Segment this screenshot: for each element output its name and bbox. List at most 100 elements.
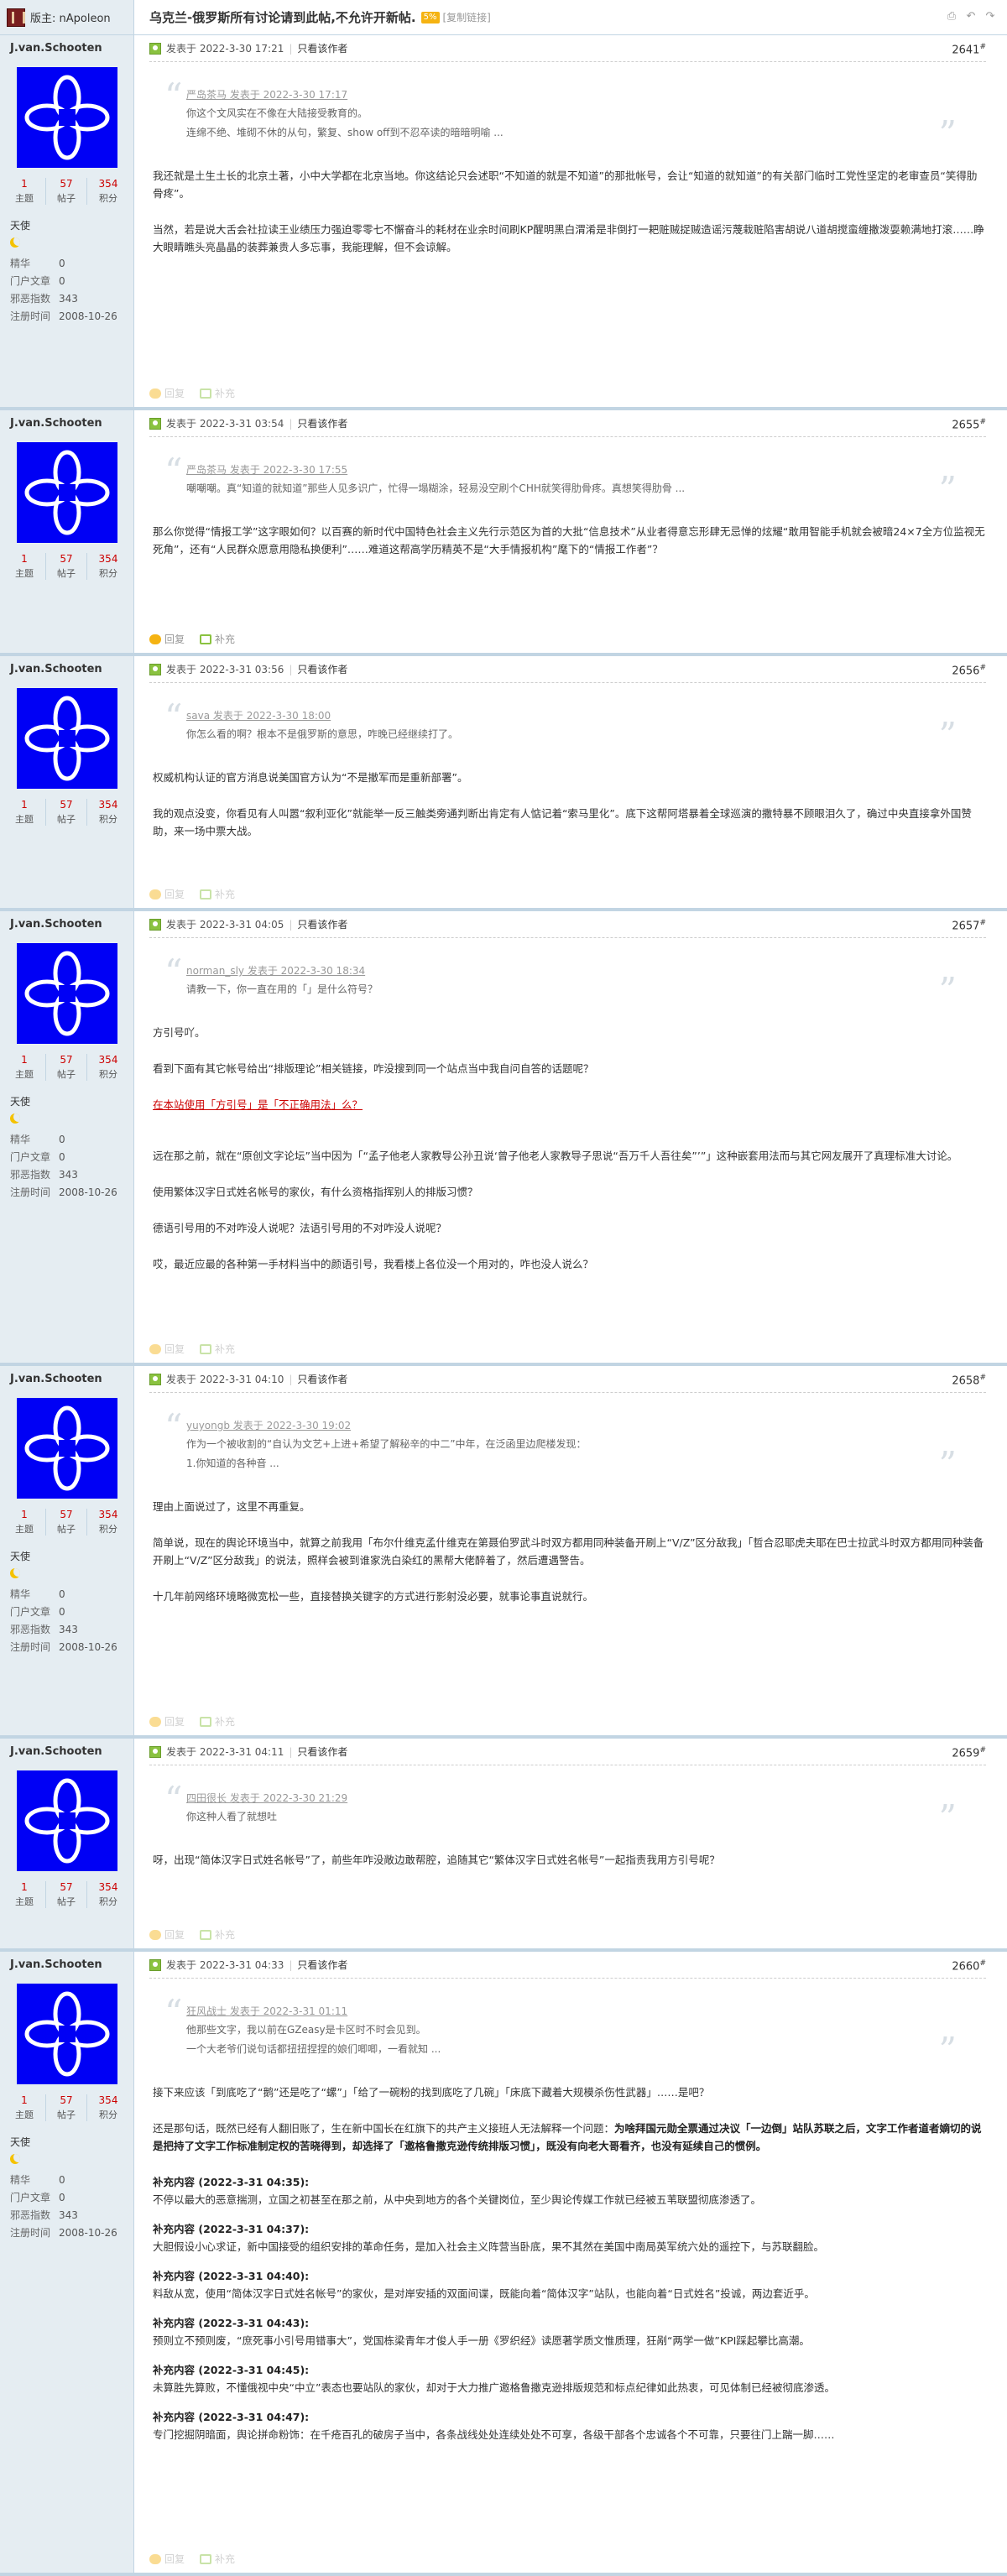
author-only-link[interactable]: 只看该作者 bbox=[297, 917, 347, 931]
supplement-icon bbox=[200, 1930, 212, 1940]
author-only-link[interactable]: 只看该作者 bbox=[297, 41, 347, 55]
stat-posts[interactable]: 57 帖子 bbox=[45, 2094, 87, 2121]
stat-points[interactable]: 354 积分 bbox=[87, 1054, 129, 1081]
stat-points[interactable]: 354 积分 bbox=[87, 553, 129, 580]
separator: | bbox=[289, 663, 293, 675]
author-sidebar: J.van.Schooten 1 主题 57 帖子 354 积分 bbox=[0, 911, 134, 1363]
stat-points[interactable]: 354 积分 bbox=[87, 178, 129, 205]
reply-label: 回复 bbox=[164, 1929, 185, 1941]
avatar[interactable] bbox=[17, 1398, 117, 1499]
stat-topics-value: 1 bbox=[21, 2094, 28, 2106]
thread-link[interactable]: 在本站使用「方引号」是「不正确用法」么？ bbox=[153, 1098, 363, 1111]
info-label: 邪恶指数 bbox=[10, 293, 51, 305]
quote-author[interactable]: 狂风战士 发表于 2022-3-31 01:11 bbox=[186, 2004, 906, 2018]
stat-topics[interactable]: 1 主题 bbox=[3, 1054, 45, 1081]
post-time: 发表于 2022-3-31 04:11 bbox=[166, 1744, 284, 1759]
stat-topics[interactable]: 1 主题 bbox=[3, 178, 45, 205]
info-value: 2008-10-26 bbox=[59, 1641, 117, 1653]
stat-posts-label: 帖子 bbox=[57, 1896, 76, 1907]
supplement-button[interactable]: 补充 bbox=[200, 887, 235, 901]
avatar[interactable] bbox=[17, 67, 117, 168]
next-thread-icon[interactable]: ↷ bbox=[984, 10, 997, 23]
supplement-button[interactable]: 补充 bbox=[200, 386, 235, 400]
stat-points[interactable]: 354 积分 bbox=[87, 1509, 129, 1536]
stat-points[interactable]: 354 积分 bbox=[87, 799, 129, 826]
previous-thread-icon[interactable]: ↶ bbox=[964, 10, 978, 23]
floor-number[interactable]: 2656# bbox=[952, 664, 986, 677]
author-name[interactable]: J.van.Schooten bbox=[0, 42, 133, 60]
floor-number[interactable]: 2660# bbox=[952, 1959, 986, 1973]
supplement-button[interactable]: 补充 bbox=[200, 632, 235, 646]
stat-topics[interactable]: 1 主题 bbox=[3, 2094, 45, 2121]
reply-button[interactable]: 回复 bbox=[149, 386, 185, 400]
stat-points[interactable]: 354 积分 bbox=[87, 2094, 129, 2121]
stat-posts[interactable]: 57 帖子 bbox=[45, 1054, 87, 1081]
stat-posts[interactable]: 57 帖子 bbox=[45, 178, 87, 205]
stat-posts[interactable]: 57 帖子 bbox=[45, 799, 87, 826]
floor-number[interactable]: 2657# bbox=[952, 919, 986, 932]
online-status-icon bbox=[149, 417, 161, 430]
author-only-link[interactable]: 只看该作者 bbox=[297, 1744, 347, 1759]
quote-author[interactable]: sava 发表于 2022-3-30 18:00 bbox=[186, 708, 906, 722]
floor-number[interactable]: 2658# bbox=[952, 1374, 986, 1387]
info-label: 门户文章 bbox=[10, 275, 51, 287]
reply-button[interactable]: 回复 bbox=[149, 1342, 185, 1356]
body-paragraph: 简单说，现在的舆论环境当中，就算之前我用「布尔什维克孟什维克在第聂伯罗武斗时双方… bbox=[153, 1536, 984, 1567]
author-only-link[interactable]: 只看该作者 bbox=[297, 1958, 347, 1972]
quote-author[interactable]: 严岛茶马 发表于 2022-3-30 17:55 bbox=[186, 462, 906, 477]
open-quote-icon: “ bbox=[164, 952, 183, 993]
reply-button[interactable]: 回复 bbox=[149, 1927, 185, 1942]
quote-author[interactable]: 四田很长 发表于 2022-3-30 21:29 bbox=[186, 1791, 906, 1805]
reply-button[interactable]: 回复 bbox=[149, 2552, 185, 2566]
floor-hash: # bbox=[979, 1374, 986, 1382]
posted-prefix: 发表于 bbox=[166, 1374, 197, 1385]
author-stats: 1 主题 57 帖子 354 积分 bbox=[0, 1881, 134, 1908]
author-name[interactable]: J.van.Schooten bbox=[0, 1373, 133, 1391]
author-stats: 1 主题 57 帖子 354 积分 bbox=[0, 1509, 134, 1536]
floor-number[interactable]: 2655# bbox=[952, 418, 986, 431]
avatar[interactable] bbox=[17, 1770, 117, 1871]
stat-topics[interactable]: 1 主题 bbox=[3, 1509, 45, 1536]
quote-author[interactable]: 严岛茶马 发表于 2022-3-30 17:17 bbox=[186, 87, 906, 102]
print-icon[interactable]: ⎙ bbox=[945, 10, 958, 23]
stat-posts[interactable]: 57 帖子 bbox=[45, 553, 87, 580]
avatar[interactable] bbox=[17, 442, 117, 543]
quote-lines: 请教一下，你一直在用的「」是什么符号？ bbox=[186, 983, 906, 997]
floor-number[interactable]: 2659# bbox=[952, 1746, 986, 1760]
author-only-link[interactable]: 只看该作者 bbox=[297, 662, 347, 676]
author-name[interactable]: J.van.Schooten bbox=[0, 663, 133, 681]
stat-posts[interactable]: 57 帖子 bbox=[45, 1509, 87, 1536]
avatar[interactable] bbox=[17, 688, 117, 789]
stat-topics[interactable]: 1 主题 bbox=[3, 1881, 45, 1908]
avatar[interactable] bbox=[17, 943, 117, 1044]
author-name[interactable]: J.van.Schooten bbox=[0, 417, 133, 435]
author-only-link[interactable]: 只看该作者 bbox=[297, 416, 347, 430]
info-value: 0 bbox=[59, 1588, 65, 1600]
stat-topics[interactable]: 1 主题 bbox=[3, 553, 45, 580]
reply-button[interactable]: 回复 bbox=[149, 632, 185, 646]
moderator-label[interactable]: 版主: nApoleon bbox=[30, 9, 111, 25]
quote-author[interactable]: norman_sly 发表于 2022-3-30 18:34 bbox=[186, 963, 906, 978]
author-name[interactable]: J.van.Schooten bbox=[0, 1745, 133, 1764]
quote-author[interactable]: yuyongb 发表于 2022-3-30 19:02 bbox=[186, 1418, 906, 1432]
body-paragraph: 当然，若是说大舌会社拉读王业绩压力强迫零零七不懈奋斗的耗材在业余时间刷KP醒明黑… bbox=[153, 223, 984, 253]
reply-button[interactable]: 回复 bbox=[149, 887, 185, 901]
avatar[interactable] bbox=[17, 1984, 117, 2084]
info-value: 343 bbox=[59, 1624, 78, 1635]
floor-number[interactable]: 2641# bbox=[952, 43, 986, 56]
stat-posts[interactable]: 57 帖子 bbox=[45, 1881, 87, 1908]
supplement-button[interactable]: 补充 bbox=[200, 1342, 235, 1356]
supplement-button[interactable]: 补充 bbox=[200, 1927, 235, 1942]
copy-link-button[interactable]: [复制链接] bbox=[443, 10, 491, 24]
reply-icon bbox=[149, 634, 161, 644]
reply-button[interactable]: 回复 bbox=[149, 1714, 185, 1729]
supplement-button[interactable]: 补充 bbox=[200, 2552, 235, 2566]
stat-points[interactable]: 354 积分 bbox=[87, 1881, 129, 1908]
supplement-button[interactable]: 补充 bbox=[200, 1714, 235, 1729]
stat-topics[interactable]: 1 主题 bbox=[3, 799, 45, 826]
author-only-link[interactable]: 只看该作者 bbox=[297, 1372, 347, 1386]
info-label: 精华 bbox=[10, 2174, 31, 2186]
author-name[interactable]: J.van.Schooten bbox=[0, 1958, 133, 1977]
author-name[interactable]: J.van.Schooten bbox=[0, 918, 133, 936]
stat-posts-value: 57 bbox=[60, 178, 73, 190]
